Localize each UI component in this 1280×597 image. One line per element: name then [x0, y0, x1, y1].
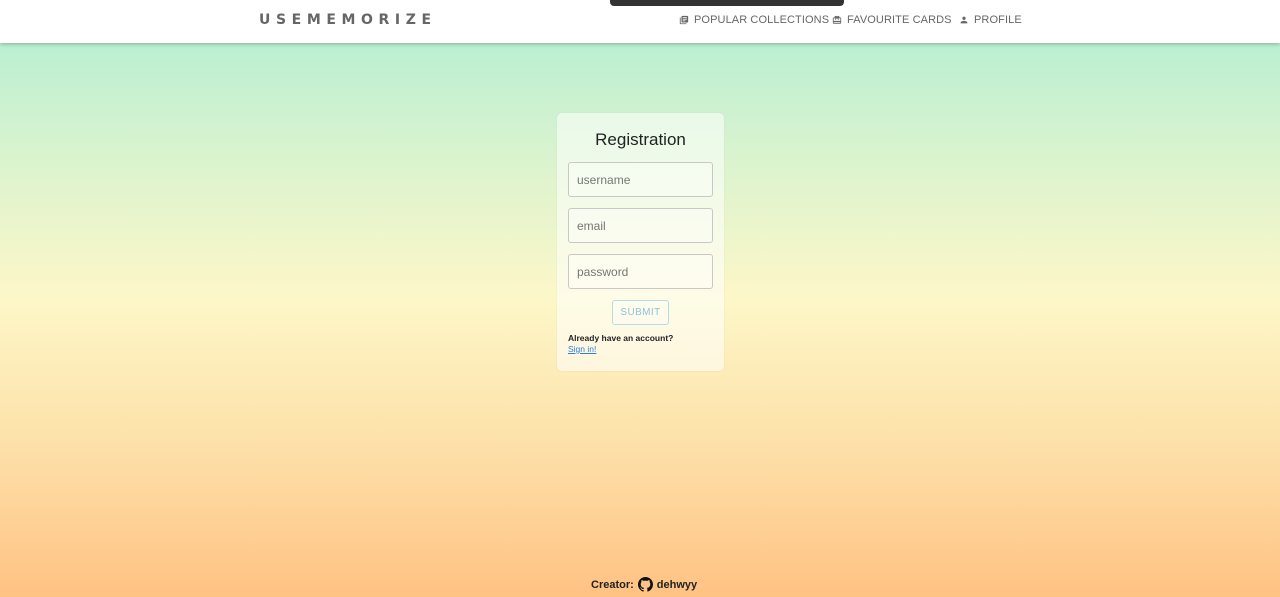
creator-label: Creator: [591, 578, 634, 591]
nav-favourite-cards[interactable]: FAVOURITE CARDS [832, 14, 952, 26]
nav-profile[interactable]: PROFILE [959, 14, 1022, 26]
cards-icon [832, 15, 842, 24]
person-icon [960, 16, 968, 24]
registration-title: Registration [595, 130, 686, 149]
footer: Creator: dehwyy [591, 577, 697, 592]
tooltip-edge [610, 0, 844, 6]
collections-icon [679, 15, 689, 25]
password-input[interactable] [568, 254, 713, 289]
sign-in-link[interactable]: Sign in! [568, 344, 596, 354]
nav-popular-collections[interactable]: POPULAR COLLECTIONS [679, 14, 829, 26]
email-input[interactable] [568, 208, 713, 243]
nav-popular-collections-label: POPULAR COLLECTIONS [694, 14, 830, 26]
username-input[interactable] [568, 162, 713, 197]
github-profile-link[interactable]: dehwyy [637, 577, 698, 592]
github-icon [637, 577, 653, 592]
github-username: dehwyy [656, 578, 698, 591]
nav-profile-label: PROFILE [974, 14, 1022, 26]
already-have-account-text: Already have an account? [568, 333, 674, 343]
submit-button[interactable]: SUBMIT [612, 300, 669, 325]
nav-favourite-cards-label: FAVOURITE CARDS [847, 14, 952, 26]
navbar: USEMEMORIZE POPULAR COLLECTIONS FAVOURIT… [0, 0, 1280, 43]
site-logo[interactable]: USEMEMORIZE [259, 12, 437, 28]
